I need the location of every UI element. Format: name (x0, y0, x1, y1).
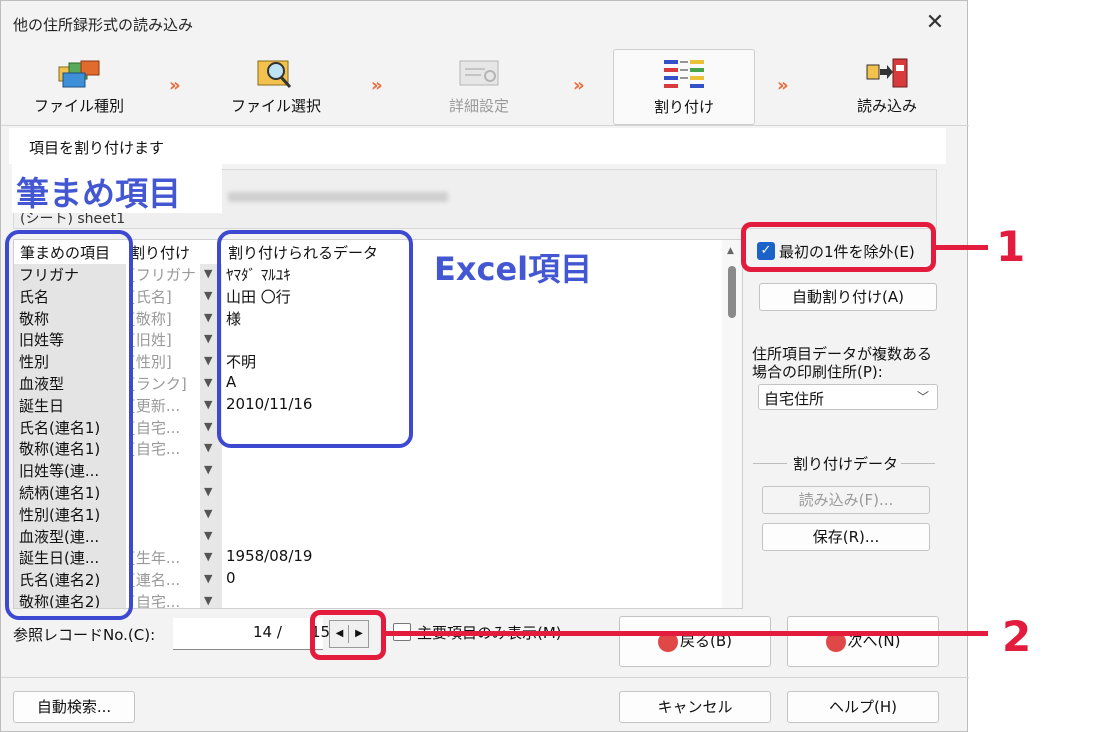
group-line (901, 463, 935, 464)
dropdown-arrow-icon[interactable]: ▼ (204, 332, 212, 345)
row-assign[interactable]: [旧姓] (130, 329, 196, 350)
annotation-hitsume-label: 筆まめ項目 (12, 163, 222, 213)
row-assign[interactable]: [生年... (130, 547, 196, 568)
annotation-red-line-2 (386, 631, 988, 636)
dropdown-arrow-icon[interactable]: ▼ (204, 572, 212, 585)
annotation-red-box-2 (310, 610, 386, 660)
next-button[interactable]: 次へ(N) (787, 616, 939, 667)
row-assign[interactable]: [氏名] (130, 286, 196, 307)
dropdown-arrow-icon[interactable]: ▼ (204, 376, 212, 389)
dropdown-arrow-icon[interactable]: ▼ (204, 289, 212, 302)
step-assign[interactable]: 割り付け (613, 49, 755, 125)
row-assign[interactable]: [性別] (130, 351, 196, 372)
annotation-red-box-1 (741, 222, 936, 272)
dropdown-arrow-icon[interactable]: ▼ (204, 463, 212, 476)
scroll-thumb[interactable] (728, 266, 736, 318)
dropdown-arrow-icon[interactable]: ▼ (204, 354, 212, 367)
row-assign[interactable]: [フリガナ] (130, 264, 196, 285)
divider (1, 677, 969, 678)
row-assign[interactable]: [自宅... (130, 417, 196, 438)
import-dialog: 他の住所録形式の読み込み ✕ ファイル種別 » ファイル選択 » 詳細設定 » … (0, 0, 969, 732)
chevron-down-icon: ﹀ (916, 390, 929, 404)
dropdown-arrow-icon[interactable]: ▼ (204, 485, 212, 498)
row-assign[interactable]: [敬称] (130, 308, 196, 329)
step-file-type[interactable]: ファイル種別 (21, 49, 137, 125)
dropdown-arrow-icon[interactable]: ▼ (204, 420, 212, 433)
step-arrow-icon: » (169, 75, 181, 96)
record-number-label: 参照レコードNo.(C): (13, 626, 156, 644)
dropdown-arrow-icon[interactable]: ▼ (204, 529, 212, 542)
annotation-blue-box-data (217, 230, 413, 448)
annotation-red-line-1 (936, 245, 988, 250)
settings-sheet-icon (459, 60, 499, 86)
step-label: 詳細設定 (448, 97, 509, 115)
header-assign: 割り付け (130, 244, 191, 262)
annotation-number-1: 1 (996, 222, 1026, 271)
annotation-hitsume-text: 筆まめ項目 (16, 174, 181, 213)
title-bar: 他の住所録形式の読み込み ✕ (1, 1, 967, 47)
scroll-up-icon[interactable]: ▲ (727, 246, 734, 256)
dropdown-arrow-icon[interactable]: ▼ (204, 550, 212, 563)
row-assign[interactable]: [自宅... (130, 438, 196, 459)
window-title: 他の住所録形式の読み込み (13, 16, 194, 34)
dropdown-arrow-icon[interactable]: ▼ (204, 441, 212, 454)
auto-search-button[interactable]: 自動検索... (13, 691, 135, 723)
save-button[interactable]: 保存(R)... (762, 523, 930, 551)
folders-icon (58, 60, 100, 88)
help-button[interactable]: ヘルプ(H) (787, 691, 939, 723)
step-label: ファイル種別 (33, 97, 124, 115)
step-arrow-icon: » (573, 75, 585, 96)
row-data: 1958/08/19 (226, 547, 313, 566)
back-button[interactable]: 戻る(B) (619, 616, 771, 667)
row-assign[interactable]: [連名... (130, 569, 196, 590)
mapping-lines-icon (664, 60, 704, 88)
section-title: 項目を割り付けます (29, 139, 165, 157)
group-title: 割り付けデータ (793, 455, 899, 473)
step-label: ファイル選択 (230, 97, 321, 115)
row-data: 0 (226, 569, 236, 588)
record-number-input[interactable]: 14 / 15 (173, 618, 330, 650)
annotation-number-2: 2 (1002, 612, 1032, 661)
divider (1, 125, 969, 126)
step-arrow-icon: » (371, 75, 383, 96)
wizard-steps: ファイル種別 » ファイル選択 » 詳細設定 » 割り付け » 読み込み (1, 47, 967, 125)
row-assign[interactable]: [更新... (130, 395, 196, 416)
row-assign[interactable]: [自宅... (130, 591, 196, 608)
multi-address-label: 住所項目データが複数ある場合の印刷住所(P): (752, 345, 933, 381)
import-book-icon (866, 58, 908, 88)
dropdown-arrow-icon[interactable]: ▼ (204, 267, 212, 280)
print-address-select[interactable]: 自宅住所 ﹀ (758, 384, 938, 410)
group-line (753, 463, 787, 464)
dropdown-arrow-icon[interactable]: ▼ (204, 507, 212, 520)
close-icon[interactable]: ✕ (921, 9, 949, 37)
row-assign[interactable]: [ランク] (130, 373, 196, 394)
step-import[interactable]: 読み込み (835, 49, 939, 125)
step-file-select[interactable]: ファイル選択 (221, 49, 331, 125)
assign-data-group: 割り付けデータ (753, 453, 935, 475)
step-label: 読み込み (856, 97, 917, 115)
step-detail-settings: 詳細設定 (429, 49, 529, 125)
select-value: 自宅住所 (764, 390, 825, 408)
dropdown-arrow-icon[interactable]: ▼ (204, 398, 212, 411)
annotation-excel-label: Excel項目 (434, 250, 593, 288)
record-number-value: 14 / (253, 623, 282, 641)
dropdown-arrow-icon[interactable]: ▼ (204, 594, 212, 607)
blurred-filename (228, 192, 448, 202)
dropdown-arrow-icon[interactable]: ▼ (204, 311, 212, 324)
annotation-blue-box-fields (5, 230, 133, 620)
section-header: 項目を割り付けます (9, 128, 946, 164)
step-label: 割り付け (653, 98, 714, 116)
auto-assign-button[interactable]: 自動割り付け(A) (759, 283, 937, 311)
folder-search-icon (257, 60, 292, 89)
vertical-scrollbar[interactable]: ▲ (722, 240, 742, 608)
cancel-button[interactable]: キャンセル (619, 691, 771, 723)
load-button[interactable]: 読み込み(F)... (762, 486, 930, 514)
step-arrow-icon: » (777, 75, 789, 96)
